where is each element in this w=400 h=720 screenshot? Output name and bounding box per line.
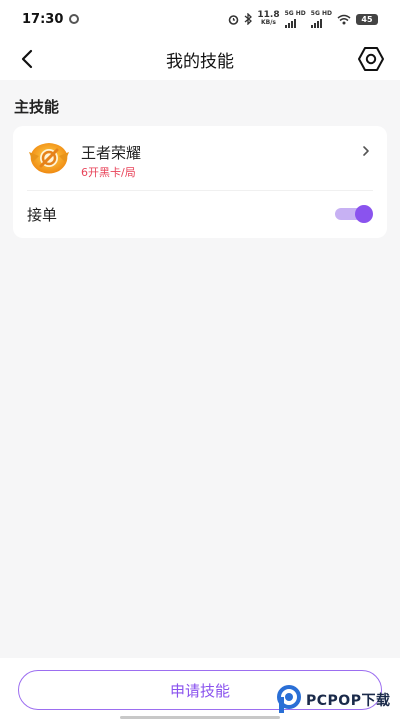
home-indicator[interactable] [120, 716, 280, 719]
pcpop-logo-icon [277, 685, 301, 713]
game-logo-icon [29, 143, 69, 174]
status-bar: 17:30 11.8 KB/s 5G HD 5G HD 45 [0, 0, 400, 38]
accept-orders-row: 接单 [13, 191, 387, 238]
alarm-icon [229, 14, 239, 25]
accept-orders-toggle[interactable] [335, 205, 373, 223]
sim1-label: 5G HD [284, 10, 306, 17]
signal-bars-icon [310, 18, 332, 28]
accept-orders-label: 接单 [27, 206, 58, 224]
sim2-label: 5G HD [310, 10, 332, 17]
skill-row[interactable]: 王者荣耀 6开黑卡/局 [13, 126, 387, 190]
sim2-signal: 5G HD [310, 10, 332, 28]
watermark: PCPOP下载 [276, 682, 398, 718]
status-right: 11.8 KB/s 5G HD 5G HD 45 [228, 10, 378, 28]
wifi-icon [337, 14, 351, 24]
toggle-knob [355, 205, 373, 223]
bluetooth-icon [244, 13, 253, 25]
settings-button[interactable] [356, 44, 386, 74]
header: 我的技能 [0, 38, 400, 80]
skill-name: 王者荣耀 [81, 144, 142, 162]
status-time: 17:30 [22, 11, 64, 27]
signal-bars-icon [284, 18, 306, 28]
net-speed-value: 11.8 [257, 10, 280, 20]
notification-icon [69, 14, 80, 24]
chevron-right-icon [363, 146, 369, 156]
skill-card: 王者荣耀 6开黑卡/局 接单 [13, 126, 387, 238]
battery-indicator: 45 [356, 13, 378, 25]
back-button[interactable] [14, 46, 40, 72]
section-title: 主技能 [14, 98, 60, 116]
page-title: 我的技能 [166, 51, 234, 72]
hexagon-settings-icon [358, 47, 384, 71]
net-speed: 11.8 KB/s [257, 11, 279, 27]
chevron-left-icon [21, 49, 33, 69]
sim1-signal: 5G HD [284, 10, 306, 28]
net-speed-unit: KB/s [260, 19, 276, 26]
status-left: 17:30 [22, 11, 80, 27]
skill-price: 6开黑卡/局 [81, 166, 136, 179]
watermark-text: PCPOP下载 [306, 693, 391, 709]
